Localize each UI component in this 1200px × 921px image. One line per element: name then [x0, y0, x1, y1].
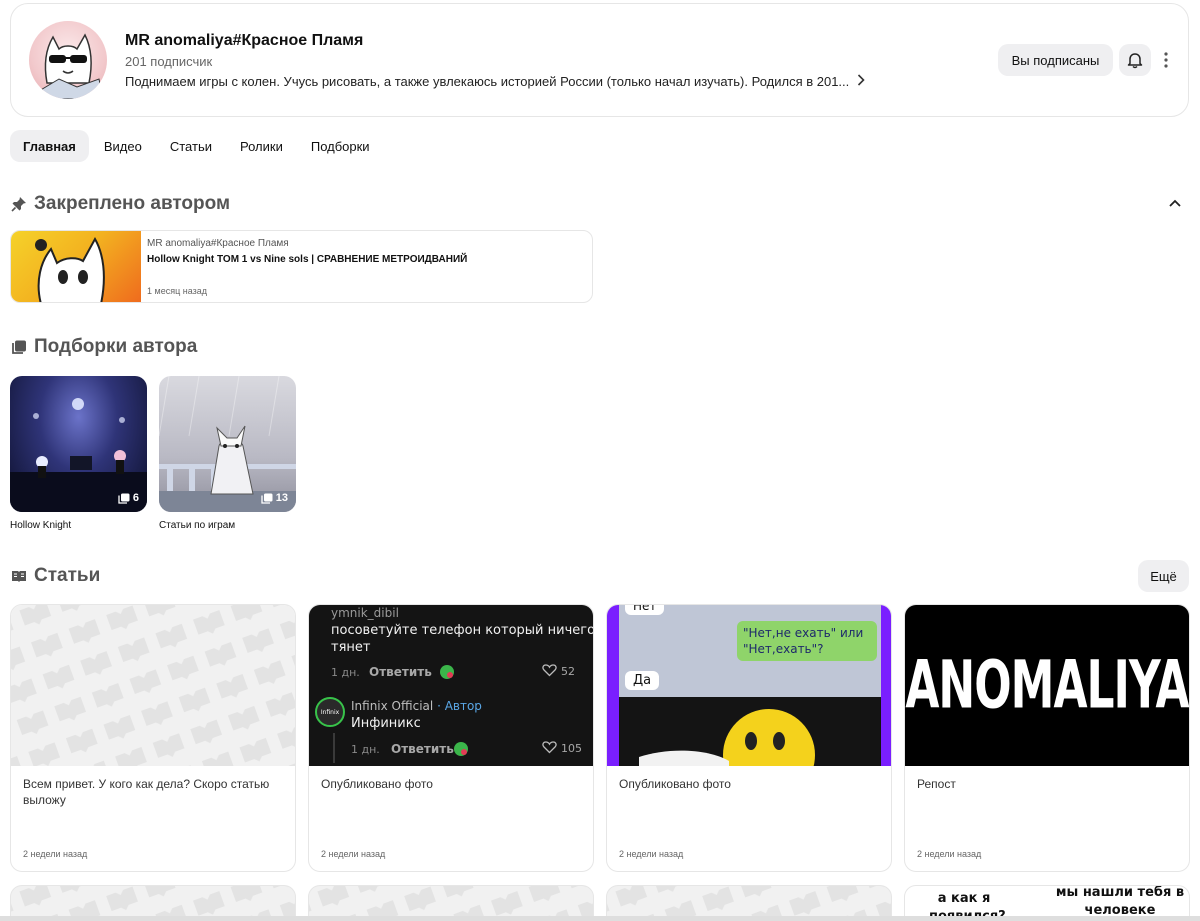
article-card[interactable]: Всем привет. У кого как дела? Скоро стат… [10, 604, 296, 872]
article-time: 2 недели назад [619, 849, 684, 859]
collections-heading-text: Подборки автора [34, 336, 198, 357]
article-time: 2 недели назад [917, 849, 982, 859]
more-options-button[interactable] [1159, 44, 1173, 76]
tab-articles[interactable]: Статьи [157, 130, 225, 162]
article-image-chat-meme: Нет "Нет,не ехать" или "Нет,ехать"? Да [607, 605, 891, 766]
collection-card[interactable]: 6 Hollow Knight [10, 376, 147, 531]
bell-icon [1127, 53, 1143, 69]
pinned-video-card[interactable]: MR anomaliya#Красное Пламя Hollow Knight… [10, 230, 593, 303]
pinned-time: 1 месяц назад [147, 286, 207, 296]
article-text: Репост [917, 777, 956, 791]
article-image-logo: ANOMALIYA [905, 605, 1189, 766]
more-vertical-icon [1164, 52, 1168, 68]
article-card[interactable]: ymnik_dibil посоветуйте телефон который … [308, 604, 594, 872]
channel-name: MR anomaliya#Красное Пламя [125, 32, 364, 49]
article-text: Опубликовано фото [321, 777, 433, 791]
tab-main[interactable]: Главная [10, 130, 89, 162]
collection-count-badge: 6 [118, 492, 139, 504]
pinned-heading-text: Закреплено автором [34, 193, 231, 214]
collections-icon [118, 493, 130, 504]
article-text: Опубликовано фото [619, 777, 731, 791]
chevron-right-icon[interactable] [857, 74, 865, 89]
notification-bell-button[interactable] [1119, 44, 1151, 76]
channel-header-card: MR anomaliya#Красное Пламя 201 подписчик… [10, 3, 1189, 117]
reaction-icon [440, 665, 454, 679]
collection-thumbnail: 6 [10, 376, 147, 512]
heart-icon [542, 741, 557, 754]
more-articles-button[interactable]: Ещё [1138, 560, 1189, 592]
avatar-cat-icon [34, 33, 104, 99]
collection-thumbnail: 13 [159, 376, 296, 512]
subscriber-count: 201 подписчик [125, 54, 213, 69]
collection-label: Статьи по играм [159, 520, 236, 531]
channel-description[interactable]: Поднимаем игры с колен. Учусь рисовать, … [125, 74, 865, 89]
subscribed-button[interactable]: Вы подписаны [998, 44, 1113, 76]
anomaliya-logo: ANOMALIYA [905, 647, 1189, 724]
articles-heading: Статьи [10, 565, 100, 587]
tab-collections[interactable]: Подборки [298, 130, 383, 162]
article-time: 2 недели назад [23, 849, 88, 859]
collapse-chevron-icon[interactable] [1166, 195, 1184, 213]
collections-heading: Подборки автора [10, 336, 197, 358]
channel-tabs: Главная Видео Статьи Ролики Подборки [10, 130, 383, 162]
pinned-heading: Закреплено автором [10, 193, 230, 215]
tab-videos[interactable]: Видео [91, 130, 155, 162]
pin-icon [10, 196, 27, 213]
pinned-video-thumbnail [11, 231, 141, 302]
collections-icon [261, 493, 273, 504]
channel-description-text: Поднимаем игры с колен. Учусь рисовать, … [125, 74, 850, 89]
pinned-title[interactable]: Hollow Knight TOM 1 vs Nine sols | СРАВН… [147, 254, 467, 265]
article-time: 2 недели назад [321, 849, 386, 859]
pinned-author: MR anomaliya#Красное Пламя [147, 238, 289, 249]
article-image-comments: ymnik_dibil посоветуйте телефон который … [309, 605, 593, 766]
article-card[interactable]: ANOMALIYA Репост 2 недели назад [904, 604, 1190, 872]
articles-heading-text: Статьи [34, 565, 101, 586]
collection-label: Hollow Knight [10, 520, 72, 531]
articles-icon [10, 568, 27, 585]
bottom-scroll-edge [0, 916, 1200, 921]
collection-card[interactable]: 13 Статьи по играм [159, 376, 296, 531]
collections-icon [10, 339, 27, 356]
article-text: Всем привет. У кого как дела? Скоро стат… [23, 777, 270, 807]
collection-count-badge: 13 [261, 492, 288, 504]
infinix-logo: Infinix [315, 697, 345, 727]
tab-shorts[interactable]: Ролики [227, 130, 296, 162]
article-placeholder-image [11, 605, 295, 766]
article-card[interactable]: Нет "Нет,не ехать" или "Нет,ехать"? Да О… [606, 604, 892, 872]
reaction-icon [454, 742, 468, 756]
channel-avatar[interactable] [29, 21, 107, 99]
heart-icon [542, 664, 557, 677]
